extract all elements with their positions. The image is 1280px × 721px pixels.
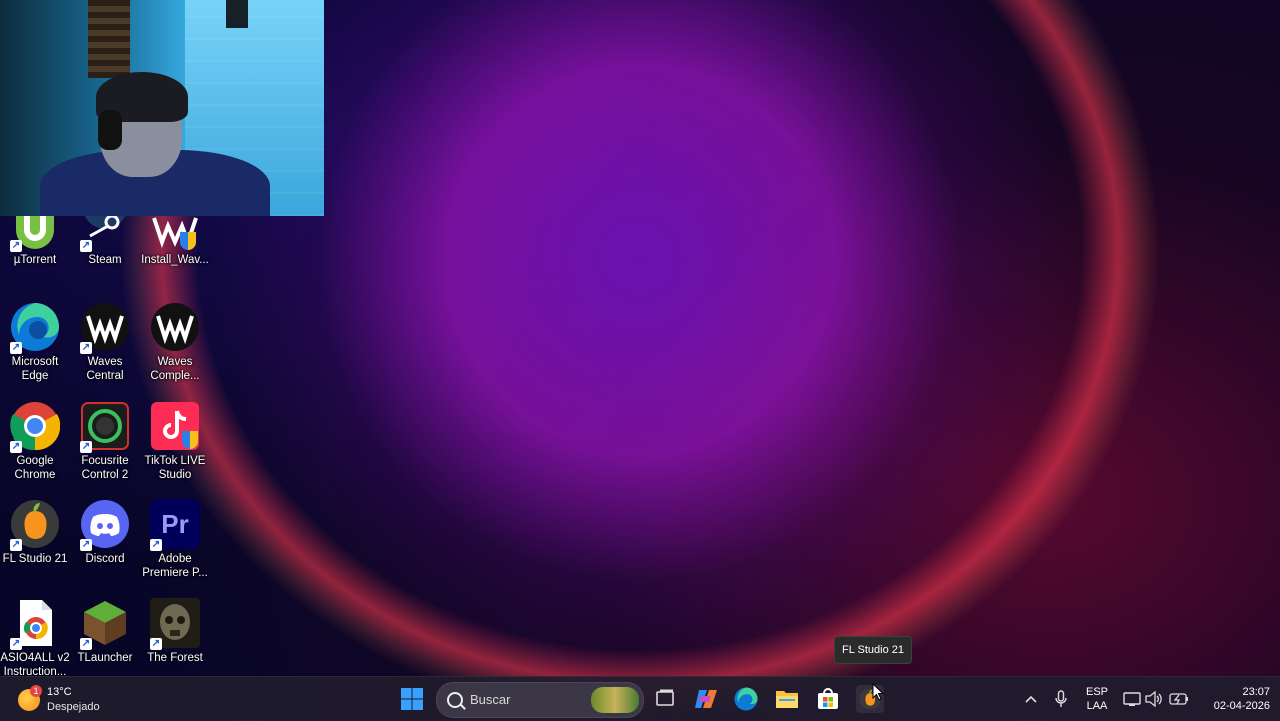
folder-icon (776, 691, 798, 708)
desktop-icon-label: Google Chrome (14, 455, 56, 481)
task-view-icon (656, 689, 674, 706)
desktop-icon-waves-complete[interactable]: Waves Comple... (140, 302, 210, 383)
desktop-icon-label: Waves Central (86, 356, 124, 382)
desktop-icon-microsoft-edge[interactable]: ↗ Microsoft Edge (0, 302, 70, 383)
desktop-icon-tlauncher[interactable]: ↗ TLauncher (70, 598, 140, 665)
desktop-icon-discord[interactable]: ↗ Discord (70, 499, 140, 566)
desktop-icon-label: Discord (85, 553, 125, 565)
desktop-icon-google-chrome[interactable]: ↗ Google Chrome (0, 401, 70, 482)
notification-badge: 1 (30, 685, 42, 697)
desktop-icon-label: Focusrite Control 2 (81, 455, 129, 481)
desktop-icon-label: Waves Comple... (150, 356, 200, 382)
battery-charging-icon (1169, 693, 1188, 705)
taskbar-tooltip: FL Studio 21 (834, 636, 912, 664)
desktop-icon-asio4all-instructions[interactable]: ↗ ASIO4ALL v2 Instruction... (0, 598, 70, 679)
edge-icon: ↗ (10, 302, 60, 354)
premiere-icon: Pr ↗ (150, 499, 200, 551)
taskbar-microsoft-store[interactable] (814, 685, 842, 713)
focusrite-icon: ↗ (80, 401, 130, 453)
desktop-icon-adobe-premiere[interactable]: Pr ↗ Adobe Premiere P... (140, 499, 210, 580)
task-view-button[interactable] (651, 685, 679, 713)
waves-icon: ↗ (80, 302, 130, 354)
microphone-icon (1055, 690, 1067, 707)
webcam-poster (226, 0, 248, 28)
search-placeholder: Buscar (470, 692, 511, 707)
start-button[interactable] (398, 685, 426, 713)
search-icon (447, 692, 463, 708)
desktop-icon-tiktok-live[interactable]: TikTok LIVE Studio (140, 401, 210, 482)
taskbar-file-explorer[interactable] (773, 685, 801, 713)
premiere-glyph: Pr (161, 508, 189, 539)
desktop-icon-steam[interactable]: ↗ Steam (70, 216, 140, 267)
the-forest-icon: ↗ (150, 598, 200, 650)
desktop-icon-label: FL Studio 21 (2, 553, 68, 565)
weather-condition: Despejado (47, 701, 100, 713)
desktop-icon-install-waves[interactable]: Install_Wav... (140, 216, 210, 267)
mouse-cursor-icon (872, 683, 884, 701)
webcam-shelf (88, 0, 130, 78)
desktop-icon-label: Install_Wav... (141, 254, 209, 266)
weather-widget[interactable]: 1 13°C Despejado (18, 684, 138, 714)
network-icon (1123, 692, 1141, 706)
taskbar-edge[interactable] (732, 685, 760, 713)
desktop-icon-label: The Forest (147, 652, 203, 664)
tiktok-icon (150, 401, 200, 451)
chevron-up-icon (1025, 695, 1037, 703)
network-button[interactable] (1120, 685, 1144, 713)
windows-icon (401, 688, 423, 710)
edge-icon (734, 687, 758, 711)
taskbar: 1 13°C Despejado Buscar ESP LAA 23:07 02… (0, 676, 1280, 721)
chrome-document-icon: ↗ (10, 598, 60, 650)
input-language-layout: LAA (1086, 700, 1108, 712)
tlauncher-icon: ↗ (80, 598, 130, 650)
desktop-icon-label: Adobe Premiere P... (142, 553, 208, 579)
steam-icon: ↗ (80, 216, 130, 252)
weather-temperature: 13°C (47, 686, 72, 698)
fl-studio-icon: ↗ (10, 499, 60, 551)
desktop-icon-focusrite-control[interactable]: ↗ Focusrite Control 2 (70, 401, 140, 482)
discord-icon: ↗ (80, 499, 130, 551)
webcam-headset (98, 110, 122, 150)
desktop-icon-label: Microsoft Edge (11, 356, 59, 382)
input-language-code: ESP (1085, 686, 1108, 698)
store-icon (818, 688, 838, 709)
volume-button[interactable] (1142, 685, 1166, 713)
webcam-overlay (0, 0, 324, 216)
copilot-icon (695, 690, 717, 708)
desktop-icon-fl-studio[interactable]: ↗ FL Studio 21 (0, 499, 70, 566)
desktop-icon-the-forest[interactable]: ↗ The Forest (140, 598, 210, 665)
desktop-icon-label: TLauncher (77, 652, 133, 664)
desktop-icon-label: ASIO4ALL v2 Instruction... (0, 652, 70, 678)
show-hidden-icons-button[interactable] (1018, 685, 1044, 713)
utorrent-icon: ↗ (10, 216, 60, 252)
search-highlight-image (591, 687, 639, 713)
desktop-icon-waves-central[interactable]: ↗ Waves Central (70, 302, 140, 383)
input-language[interactable]: ESP LAA (1080, 685, 1114, 713)
battery-button[interactable] (1166, 685, 1192, 713)
clock[interactable]: 23:07 02-04-2026 (1198, 685, 1270, 713)
desktop-icon-label: TikTok LIVE Studio (144, 455, 206, 481)
chrome-icon: ↗ (10, 401, 60, 453)
waves-icon (150, 302, 200, 352)
taskbar-search[interactable]: Buscar (436, 682, 644, 718)
microphone-button[interactable] (1048, 685, 1074, 713)
copilot-button[interactable] (691, 685, 719, 713)
desktop-icon-label: Steam (88, 254, 122, 266)
clock-date: 02-04-2026 (1213, 700, 1270, 712)
desktop-icon-utorrent[interactable]: ↗ µTorrent (0, 216, 70, 267)
volume-icon (1145, 691, 1162, 707)
desktop-icon-label: µTorrent (13, 254, 57, 266)
clock-time: 23:07 (1242, 686, 1270, 698)
waves-installer-icon (150, 216, 200, 250)
